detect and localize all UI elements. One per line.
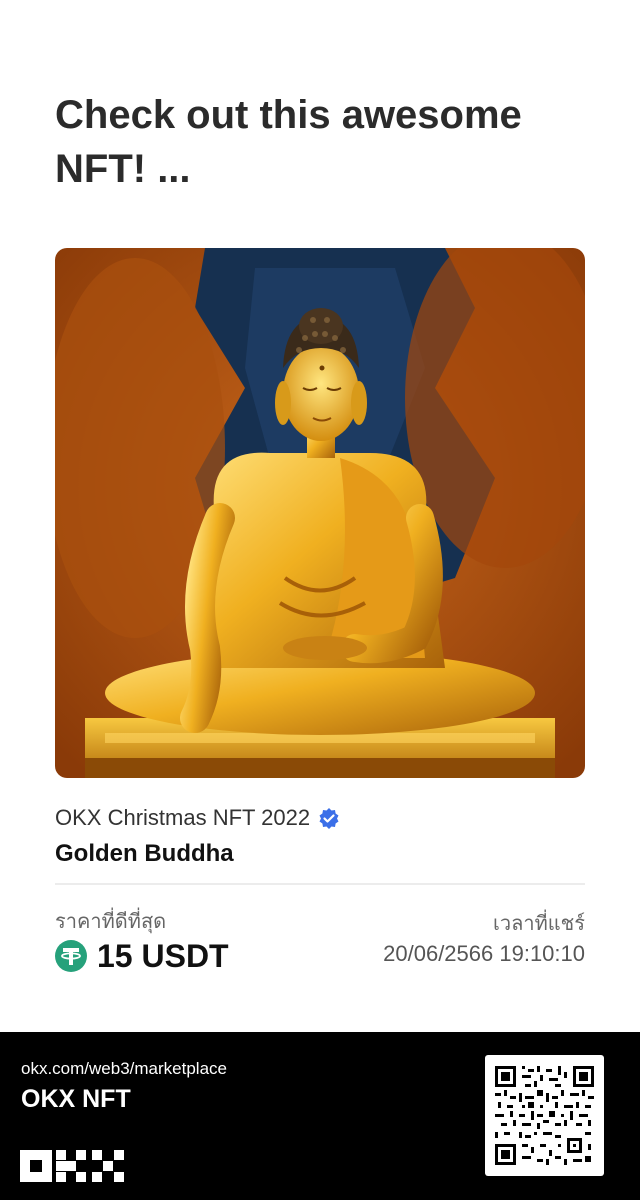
price-row: 15 USDT bbox=[55, 936, 229, 976]
okx-logo-icon bbox=[20, 1150, 124, 1182]
collection-name[interactable]: OKX Christmas NFT 2022 bbox=[55, 805, 310, 831]
usdt-icon bbox=[55, 940, 87, 972]
golden-buddha-artwork bbox=[55, 248, 585, 778]
price-value: 15 USDT bbox=[97, 937, 229, 974]
qr-code[interactable] bbox=[485, 1055, 604, 1176]
footer: okx.com/web3/marketplace OKX NFT bbox=[0, 1032, 640, 1200]
nft-image[interactable] bbox=[55, 248, 585, 778]
page-title: Check out this awesome NFT! ... bbox=[55, 93, 522, 191]
brand-name: OKX NFT bbox=[21, 1085, 131, 1113]
nft-name: Golden Buddha bbox=[55, 840, 234, 867]
share-time-label: เวลาที่แชร์ bbox=[493, 913, 585, 935]
qr-code-icon bbox=[495, 1066, 594, 1165]
share-time-value: 20/06/2566 19:10:10 bbox=[383, 941, 585, 966]
marketplace-link[interactable]: okx.com/web3/marketplace bbox=[21, 1059, 227, 1079]
best-price-label: ราคาที่ดีที่สุด bbox=[55, 911, 167, 933]
divider bbox=[55, 883, 585, 885]
collection-row[interactable]: OKX Christmas NFT 2022 bbox=[55, 804, 340, 832]
verified-badge-icon bbox=[318, 807, 340, 829]
